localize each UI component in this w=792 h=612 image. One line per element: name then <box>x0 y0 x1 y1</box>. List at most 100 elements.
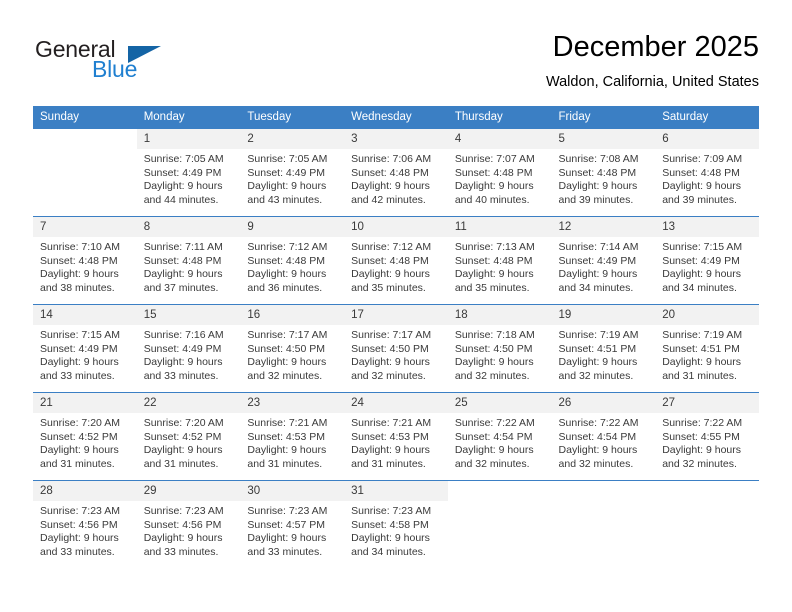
sunrise-text: Sunrise: 7:23 AM <box>40 505 120 517</box>
day-number <box>655 481 759 487</box>
day-number: 22 <box>136 393 241 413</box>
calendar-week-row: 28 Sunrise: 7:23 AM Sunset: 4:56 PM Dayligh… <box>33 480 759 569</box>
weekday-header-friday: Friday <box>551 106 656 129</box>
day-sun-info: Sunrise: 7:23 AM Sunset: 4:57 PM Daylight:… <box>240 501 344 559</box>
day-number: 29 <box>136 481 241 501</box>
calendar-day-cell[interactable]: 21 Sunrise: 7:20 AM Sunset: 4:52 PM Dayligh… <box>33 392 137 481</box>
daylight-text-line1: Daylight: 9 hours <box>558 356 638 369</box>
calendar-day-cell[interactable]: 24 Sunrise: 7:21 AM Sunset: 4:53 PM Dayligh… <box>344 392 448 481</box>
sunrise-text: Sunrise: 7:23 AM <box>143 505 224 517</box>
calendar-day-cell[interactable]: 14 Sunrise: 7:15 AM Sunset: 4:49 PM Dayligh… <box>33 304 137 393</box>
calendar-day-cell[interactable]: 10 Sunrise: 7:12 AM Sunset: 4:48 PM Dayligh… <box>344 216 448 305</box>
calendar-day-cell[interactable]: 5 Sunrise: 7:08 AM Sunset: 4:48 PM Daylight… <box>551 128 656 217</box>
day-number: 9 <box>240 217 345 237</box>
calendar-day-cell[interactable]: 15 Sunrise: 7:16 AM Sunset: 4:49 PM Dayligh… <box>136 304 241 393</box>
sunset-text: Sunset: 4:56 PM <box>143 518 222 531</box>
day-sun-info: Sunrise: 7:05 AM Sunset: 4:49 PM Daylight:… <box>137 149 241 207</box>
calendar-day-cell[interactable]: 27 Sunrise: 7:22 AM Sunset: 4:55 PM Dayligh… <box>655 392 759 481</box>
daylight-text-line2: and 34 minutes. <box>662 281 737 294</box>
calendar-day-cell[interactable]: 29 Sunrise: 7:23 AM Sunset: 4:56 PM Dayligh… <box>136 480 241 569</box>
daylight-text-line1: Daylight: 9 hours <box>351 180 430 193</box>
day-sun-info: Sunrise: 7:23 AM Sunset: 4:58 PM Daylight:… <box>344 501 448 559</box>
daylight-text-line1: Daylight: 9 hours <box>143 356 223 369</box>
calendar-day-cell[interactable]: 22 Sunrise: 7:20 AM Sunset: 4:52 PM Dayligh… <box>136 392 241 481</box>
calendar-day-cell[interactable]: 23 Sunrise: 7:21 AM Sunset: 4:53 PM Dayligh… <box>240 392 345 481</box>
day-number <box>551 481 656 487</box>
daylight-text-line2: and 32 minutes. <box>247 369 323 382</box>
calendar-day-cell[interactable]: 1 Sunrise: 7:05 AM Sunset: 4:49 PM Daylight… <box>136 128 241 217</box>
day-number: 25 <box>447 393 552 413</box>
daylight-text-line2: and 31 minutes. <box>247 457 323 470</box>
page-title: December 2025 <box>552 31 759 63</box>
daylight-text-line1: Daylight: 9 hours <box>40 268 119 281</box>
calendar-day-cell[interactable]: 7 Sunrise: 7:10 AM Sunset: 4:48 PM Daylight… <box>33 216 137 305</box>
day-sun-info: Sunrise: 7:08 AM Sunset: 4:48 PM Daylight:… <box>552 149 656 207</box>
calendar-day-cell[interactable]: 30 Sunrise: 7:23 AM Sunset: 4:57 PM Dayligh… <box>240 480 345 569</box>
day-number: 20 <box>655 305 759 325</box>
calendar-page: General Blue December 2025 Waldon, Calif… <box>0 0 792 612</box>
daylight-text-line1: Daylight: 9 hours <box>247 268 327 281</box>
day-sun-info: Sunrise: 7:10 AM Sunset: 4:48 PM Daylight:… <box>33 237 137 295</box>
sunrise-text: Sunrise: 7:20 AM <box>143 417 224 429</box>
day-sun-info: Sunrise: 7:22 AM Sunset: 4:54 PM Daylight:… <box>448 413 552 471</box>
sunrise-text: Sunrise: 7:12 AM <box>351 241 432 253</box>
calendar-day-cell[interactable]: 12 Sunrise: 7:14 AM Sunset: 4:49 PM Dayligh… <box>551 216 656 305</box>
calendar-day-cell[interactable]: 18 Sunrise: 7:18 AM Sunset: 4:50 PM Dayligh… <box>447 304 552 393</box>
day-number: 5 <box>551 129 656 149</box>
calendar-day-cell[interactable]: 16 Sunrise: 7:17 AM Sunset: 4:50 PM Dayligh… <box>240 304 345 393</box>
sunset-text: Sunset: 4:51 PM <box>662 342 740 355</box>
weekday-header-saturday: Saturday <box>655 106 759 129</box>
day-number: 2 <box>240 129 345 149</box>
calendar-day-cell[interactable]: 6 Sunrise: 7:09 AM Sunset: 4:48 PM Daylight… <box>655 128 759 217</box>
sunset-text: Sunset: 4:48 PM <box>351 254 429 267</box>
sunrise-text: Sunrise: 7:06 AM <box>351 153 432 165</box>
daylight-text-line1: Daylight: 9 hours <box>558 180 638 193</box>
sunset-text: Sunset: 4:52 PM <box>143 430 222 443</box>
sunrise-text: Sunrise: 7:21 AM <box>247 417 328 429</box>
calendar-day-cell[interactable]: 31 Sunrise: 7:23 AM Sunset: 4:58 PM Dayligh… <box>344 480 448 569</box>
day-number: 4 <box>447 129 552 149</box>
daylight-text-line1: Daylight: 9 hours <box>662 268 742 281</box>
calendar-day-cell[interactable]: 11 Sunrise: 7:13 AM Sunset: 4:48 PM Dayligh… <box>447 216 552 305</box>
sunset-text: Sunset: 4:50 PM <box>351 342 429 355</box>
daylight-text-line1: Daylight: 9 hours <box>351 356 430 369</box>
calendar-day-cell[interactable]: 20 Sunrise: 7:19 AM Sunset: 4:51 PM Dayligh… <box>655 304 759 393</box>
sunset-text: Sunset: 4:54 PM <box>454 430 533 443</box>
day-number: 17 <box>344 305 448 325</box>
calendar-day-cell[interactable]: 28 Sunrise: 7:23 AM Sunset: 4:56 PM Dayligh… <box>33 480 137 569</box>
general-blue-logo[interactable]: General Blue <box>35 36 185 88</box>
calendar-day-cell[interactable]: 26 Sunrise: 7:22 AM Sunset: 4:54 PM Dayligh… <box>551 392 656 481</box>
daylight-text-line1: Daylight: 9 hours <box>558 268 638 281</box>
day-number: 10 <box>344 217 448 237</box>
calendar-day-cell[interactable]: 25 Sunrise: 7:22 AM Sunset: 4:54 PM Dayligh… <box>447 392 552 481</box>
sunset-text: Sunset: 4:58 PM <box>351 518 429 531</box>
day-sun-info: Sunrise: 7:18 AM Sunset: 4:50 PM Daylight:… <box>448 325 552 383</box>
sunrise-text: Sunrise: 7:22 AM <box>662 417 743 429</box>
daylight-text-line2: and 32 minutes. <box>454 369 530 382</box>
calendar-day-cell[interactable]: 9 Sunrise: 7:12 AM Sunset: 4:48 PM Daylight… <box>240 216 345 305</box>
calendar-day-cell[interactable]: 13 Sunrise: 7:15 AM Sunset: 4:49 PM Dayligh… <box>655 216 759 305</box>
day-sun-info: Sunrise: 7:20 AM Sunset: 4:52 PM Daylight:… <box>33 413 137 471</box>
day-sun-info: Sunrise: 7:17 AM Sunset: 4:50 PM Daylight:… <box>344 325 448 383</box>
sunrise-text: Sunrise: 7:14 AM <box>558 241 639 253</box>
daylight-text-line2: and 37 minutes. <box>143 281 219 294</box>
sunrise-text: Sunrise: 7:16 AM <box>143 329 224 341</box>
sunrise-text: Sunrise: 7:22 AM <box>558 417 639 429</box>
calendar-day-cell[interactable]: 4 Sunrise: 7:07 AM Sunset: 4:48 PM Daylight… <box>447 128 552 217</box>
calendar-day-cell[interactable]: 19 Sunrise: 7:19 AM Sunset: 4:51 PM Dayligh… <box>551 304 656 393</box>
calendar-day-cell[interactable]: 8 Sunrise: 7:11 AM Sunset: 4:48 PM Daylight… <box>136 216 241 305</box>
daylight-text-line1: Daylight: 9 hours <box>143 180 223 193</box>
day-number: 14 <box>33 305 137 325</box>
calendar-day-cell[interactable]: 3 Sunrise: 7:06 AM Sunset: 4:48 PM Daylight… <box>344 128 448 217</box>
daylight-text-line2: and 39 minutes. <box>662 193 737 206</box>
daylight-text-line2: and 33 minutes. <box>143 545 219 558</box>
sunrise-text: Sunrise: 7:18 AM <box>454 329 535 341</box>
daylight-text-line1: Daylight: 9 hours <box>454 180 534 193</box>
daylight-text-line2: and 32 minutes. <box>558 457 634 470</box>
daylight-text-line2: and 33 minutes. <box>40 369 115 382</box>
sunrise-text: Sunrise: 7:15 AM <box>662 241 743 253</box>
calendar-day-cell[interactable]: 2 Sunrise: 7:05 AM Sunset: 4:49 PM Daylight… <box>240 128 345 217</box>
calendar-day-cell[interactable]: 17 Sunrise: 7:17 AM Sunset: 4:50 PM Dayligh… <box>344 304 448 393</box>
day-sun-info: Sunrise: 7:19 AM Sunset: 4:51 PM Daylight:… <box>655 325 759 383</box>
day-number: 7 <box>33 217 137 237</box>
